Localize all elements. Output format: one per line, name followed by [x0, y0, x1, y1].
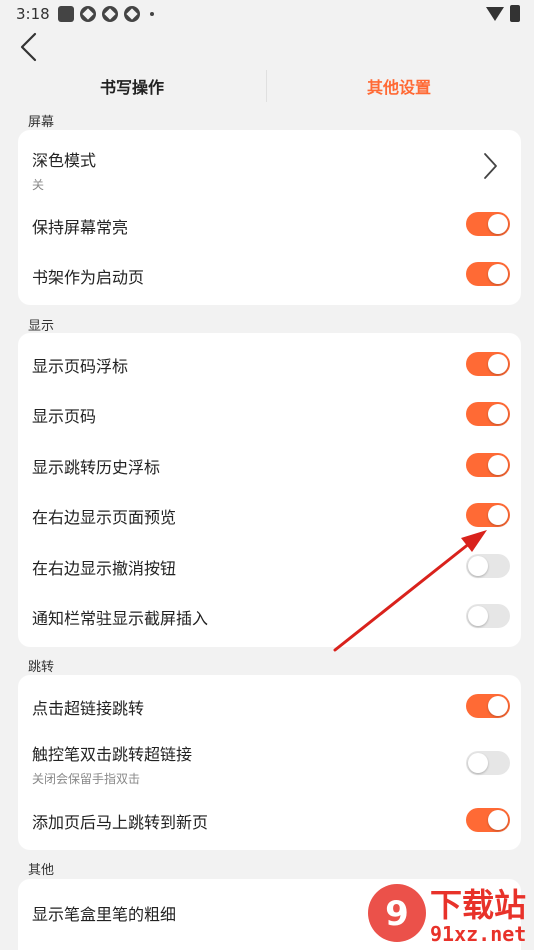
sync-notification-icon: [124, 6, 140, 22]
jump-item-label: 触控笔双击跳转超链接: [32, 745, 193, 764]
jump-item-row[interactable]: 触控笔双击跳转超链接 关闭会保留手指双击: [18, 733, 521, 793]
notification-icons: [58, 6, 154, 22]
status-bar: 3:18: [0, 0, 534, 28]
tab-other-settings[interactable]: 其他设置: [367, 74, 431, 98]
display-item-toggle[interactable]: [466, 453, 510, 477]
back-arrow-icon: [20, 32, 37, 62]
display-item-toggle[interactable]: [466, 402, 510, 426]
display-item-row[interactable]: 显示页码: [18, 389, 521, 439]
display-item-toggle[interactable]: [466, 604, 510, 628]
display-item-row[interactable]: 通知栏常驻显示截屏插入: [18, 591, 521, 641]
section-label-jump: 跳转: [28, 660, 55, 675]
display-item-row[interactable]: 显示跳转历史浮标: [18, 440, 521, 490]
back-button[interactable]: [14, 30, 48, 64]
jump-item-toggle[interactable]: [466, 808, 510, 832]
display-item-label: 通知栏常驻显示截屏插入: [32, 609, 209, 628]
display-item-row[interactable]: 显示页码浮标: [18, 339, 521, 389]
display-item-label: 在右边显示撤消按钮: [32, 559, 177, 578]
jump-settings-card: 点击超链接跳转 触控笔双击跳转超链接 关闭会保留手指双击 添加页后马上跳转到新页: [18, 675, 521, 850]
system-icons: [486, 5, 520, 22]
watermark-title: 下载站: [430, 886, 527, 924]
display-item-label: 在右边显示页面预览: [32, 508, 177, 527]
jump-item-row[interactable]: 点击超链接跳转: [18, 681, 521, 731]
tab-write-ops[interactable]: 书写操作: [100, 74, 164, 98]
sync-notification-icon: [102, 6, 118, 22]
jump-item-toggle[interactable]: [466, 751, 510, 775]
dark-mode-row[interactable]: 深色模式 关: [18, 130, 521, 202]
display-item-label: 显示页码浮标: [32, 357, 129, 376]
jump-item-sub: 关闭会保留手指双击: [32, 772, 141, 786]
keep-screen-on-toggle[interactable]: [466, 212, 510, 236]
display-item-toggle[interactable]: [466, 352, 510, 376]
display-item-label: 显示跳转历史浮标: [32, 458, 161, 477]
dark-mode-label: 深色模式: [32, 151, 97, 170]
screen-settings-card: 深色模式 关 保持屏幕常亮 书架作为启动页: [18, 130, 521, 305]
chevron-right-icon: [484, 153, 497, 179]
bookshelf-start-row[interactable]: 书架作为启动页: [18, 252, 521, 302]
jump-item-toggle[interactable]: [466, 694, 510, 718]
svg-text:9: 9: [385, 894, 409, 934]
section-label-screen: 屏幕: [28, 115, 55, 130]
sync-notification-icon: [80, 6, 96, 22]
jump-item-row[interactable]: 添加页后马上跳转到新页: [18, 795, 521, 845]
tab-divider: [266, 70, 267, 102]
other-item-label: 显示笔盒里笔的粗细: [32, 905, 177, 924]
wifi-icon: [486, 6, 504, 21]
display-settings-card: 显示页码浮标 显示页码 显示跳转历史浮标 在右边显示页面预览 在右边显示撤消按钮…: [18, 333, 521, 647]
display-item-label: 显示页码: [32, 407, 97, 426]
display-item-toggle[interactable]: [466, 503, 510, 527]
status-time: 3:18: [16, 5, 50, 23]
bookshelf-start-toggle[interactable]: [466, 262, 510, 286]
dark-mode-value: 关: [32, 178, 45, 192]
watermark: 9 下载站 91xz.net: [364, 878, 534, 950]
more-notifications-icon: [150, 12, 154, 16]
jump-item-label: 添加页后马上跳转到新页: [32, 813, 209, 832]
bookshelf-start-label: 书架作为启动页: [32, 268, 145, 287]
keep-screen-on-row[interactable]: 保持屏幕常亮: [18, 202, 521, 252]
settings-tabs: 书写操作 其他设置: [0, 68, 534, 106]
section-label-display: 显示: [28, 319, 55, 334]
display-item-row[interactable]: 在右边显示撤消按钮: [18, 541, 521, 591]
app-notification-icon: [58, 6, 74, 22]
keep-screen-on-label: 保持屏幕常亮: [32, 218, 129, 237]
watermark-logo-icon: 9: [368, 884, 426, 942]
jump-item-label: 点击超链接跳转: [32, 699, 145, 718]
watermark-url: 91xz.net: [430, 922, 527, 946]
display-item-toggle[interactable]: [466, 554, 510, 578]
display-item-row[interactable]: 在右边显示页面预览: [18, 490, 521, 540]
section-label-other: 其他: [28, 863, 55, 878]
battery-icon: [510, 5, 520, 22]
